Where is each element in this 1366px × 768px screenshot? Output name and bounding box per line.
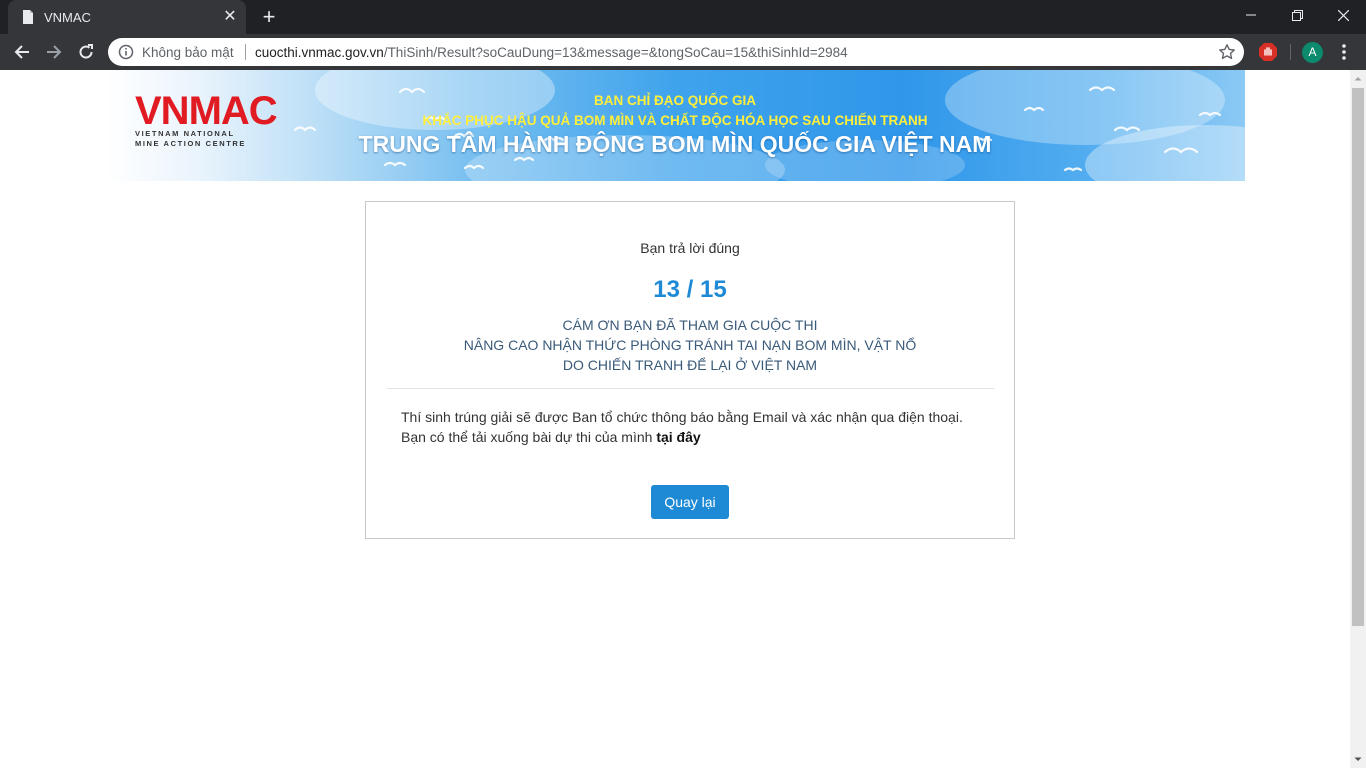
reload-icon <box>79 44 93 59</box>
banner-title: TRUNG TÂM HÀNH ĐỘNG BOM MÌN QUỐC GIA VIỆ… <box>358 131 992 157</box>
scrollbar-thumb[interactable] <box>1352 88 1364 626</box>
browser-tab[interactable]: VNMAC ✕ <box>8 0 246 34</box>
banner-line-2: KHẮC PHỤC HẬU QUẢ BOM MÌN VÀ CHẤT ĐỘC HÓ… <box>422 113 928 128</box>
url-host: cuocthi.vnmac.gov.vn <box>255 45 384 60</box>
reload-button[interactable] <box>73 39 99 65</box>
page-icon <box>23 10 33 24</box>
security-label[interactable]: Không bảo mật <box>142 45 234 60</box>
scroll-up-arrow-icon[interactable] <box>1350 70 1366 87</box>
page-viewport: VNMAC VIETNAM NATIONAL MINE ACTION CENTR… <box>0 70 1350 768</box>
bookmark-star-icon[interactable] <box>1218 43 1236 61</box>
toolbar-separator <box>1290 44 1291 60</box>
notice-text: Thí sinh trúng giải sẽ được Ban tổ chức … <box>401 407 963 447</box>
arrow-right-icon <box>47 45 62 59</box>
new-tab-button[interactable]: + <box>258 6 280 29</box>
info-icon[interactable] <box>118 44 134 60</box>
header-banner: VNMAC VIETNAM NATIONAL MINE ACTION CENTR… <box>105 70 1245 181</box>
tab-title: VNMAC <box>44 10 91 25</box>
window-restore-button[interactable] <box>1274 0 1320 30</box>
url-text[interactable]: cuocthi.vnmac.gov.vn/ThiSinh/Result?soCa… <box>255 45 848 60</box>
browser-toolbar: Không bảo mật cuocthi.vnmac.gov.vn/ThiSi… <box>0 34 1366 70</box>
profile-avatar[interactable]: A <box>1302 42 1323 63</box>
url-path: /ThiSinh/Result?soCauDung=13&message=&to… <box>383 45 848 60</box>
thanks-line-1: CÁM ƠN BẠN ĐÃ THAM GIA CUỘC THI <box>562 317 818 333</box>
banner-line-1: BAN CHỈ ĐẠO QUỐC GIA <box>594 93 756 108</box>
more-menu-icon[interactable] <box>1334 42 1354 62</box>
arrow-left-icon <box>14 45 29 59</box>
back-button[interactable] <box>9 39 35 65</box>
extension-stop-icon[interactable] <box>1258 42 1278 62</box>
tab-close-icon[interactable]: ✕ <box>222 9 238 25</box>
score-value: 13 / 15 <box>653 276 727 303</box>
window-minimize-button[interactable] <box>1228 0 1274 30</box>
notice-line-2: Bạn có thể tải xuống bài dự thi của mình… <box>401 427 963 447</box>
notice-line-1: Thí sinh trúng giải sẽ được Ban tổ chức … <box>401 409 963 425</box>
address-separator <box>245 44 246 60</box>
forward-button[interactable] <box>41 39 67 65</box>
download-link[interactable]: tại đây <box>656 429 700 445</box>
thank-you-message: CÁM ƠN BẠN ĐÃ THAM GIA CUỘC THI NÂNG CAO… <box>366 315 1014 375</box>
thanks-line-2: NÂNG CAO NHẬN THỨC PHÒNG TRÁNH TAI NẠN B… <box>463 337 917 353</box>
back-button-page[interactable]: Quay lại <box>651 485 729 519</box>
scroll-down-arrow-icon[interactable] <box>1350 751 1366 768</box>
notice-line-2-prefix: Bạn có thể tải xuống bài dự thi của mình <box>401 429 657 445</box>
browser-titlebar: VNMAC ✕ + <box>0 0 1366 34</box>
result-card: Bạn trả lời đúng 13 / 15 CÁM ƠN BẠN ĐÃ T… <box>365 201 1015 539</box>
address-bar[interactable]: Không bảo mật cuocthi.vnmac.gov.vn/ThiSi… <box>108 38 1244 66</box>
thanks-line-3: DO CHIẾN TRANH ĐỂ LẠI Ở VIỆT NAM <box>562 357 818 373</box>
window-close-button[interactable] <box>1320 0 1366 30</box>
card-divider <box>387 388 994 389</box>
page-scrollbar[interactable] <box>1350 70 1366 768</box>
answered-label: Bạn trả lời đúng <box>640 240 740 256</box>
